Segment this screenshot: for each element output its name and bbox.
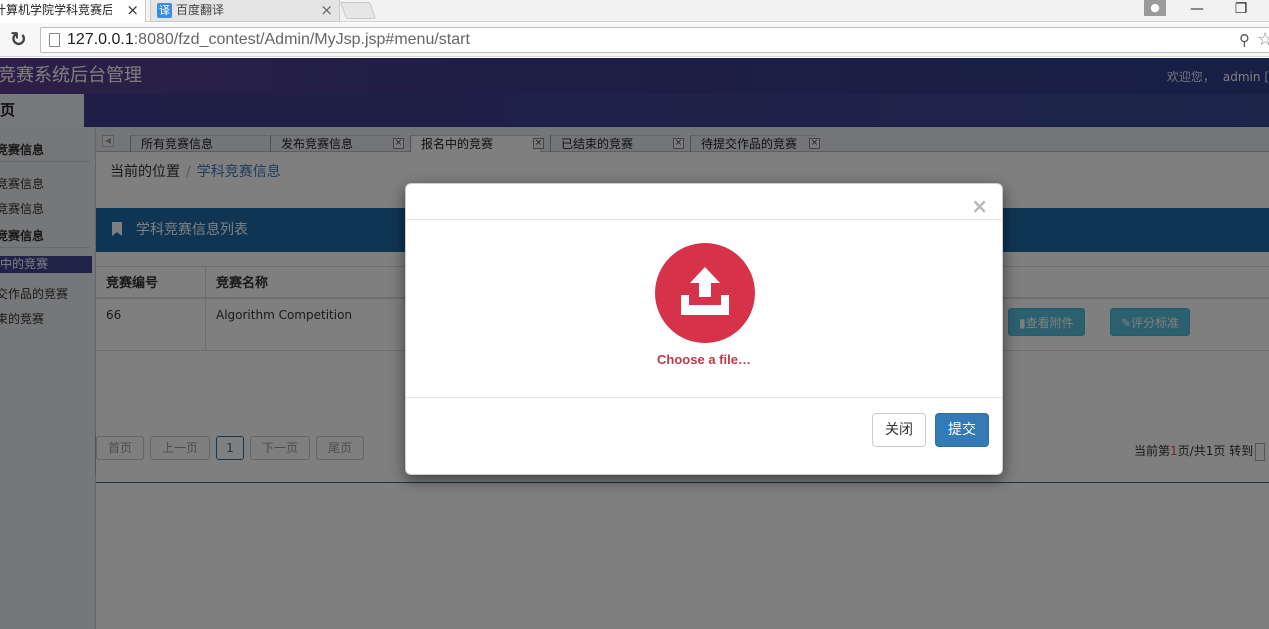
close-icon[interactable]: ×: [126, 0, 139, 20]
divider: [406, 219, 1002, 220]
browser-tab-title: 百度翻译: [176, 3, 225, 17]
page-icon: [49, 33, 60, 47]
translate-favicon-icon: 译: [157, 3, 172, 18]
bookmark-star-icon[interactable]: ☆: [1257, 29, 1269, 50]
close-button[interactable]: 关闭: [872, 413, 926, 447]
browser-tab-title: 计算机学院学科竞赛后台管理: [0, 3, 112, 17]
new-tab-button[interactable]: [339, 2, 377, 19]
reload-icon[interactable]: ↻: [10, 28, 32, 50]
url-input[interactable]: 127.0.0.1:8080/fzd_contest/Admin/MyJsp.j…: [40, 27, 1269, 53]
close-icon[interactable]: ×: [320, 0, 333, 20]
upload-modal: × Choose a file… 关闭 提交: [405, 183, 1003, 475]
submit-button[interactable]: 提交: [935, 413, 989, 447]
divider: [406, 397, 1002, 398]
key-icon[interactable]: ⚲: [1239, 31, 1250, 49]
upload-icon: [681, 267, 729, 315]
choose-file-link[interactable]: Choose a file…: [406, 352, 1002, 367]
close-icon[interactable]: ×: [971, 196, 988, 216]
address-bar: ↻ 127.0.0.1:8080/fzd_contest/Admin/MyJsp…: [0, 23, 1269, 57]
minimize-icon[interactable]: —: [1186, 0, 1208, 20]
url-text: 127.0.0.1:8080/fzd_contest/Admin/MyJsp.j…: [67, 31, 470, 48]
browser-tab-translate[interactable]: 译百度翻译 ×: [150, 0, 340, 22]
user-profile-icon[interactable]: ●: [1144, 0, 1166, 16]
restore-icon[interactable]: ❐: [1230, 0, 1252, 20]
browser-tab-admin[interactable]: 计算机学院学科竞赛后台管理 ×: [0, 0, 146, 22]
browser-tabstrip: 计算机学院学科竞赛后台管理 × 译百度翻译 × ● — ❐: [0, 0, 1269, 22]
upload-button[interactable]: [655, 243, 755, 343]
